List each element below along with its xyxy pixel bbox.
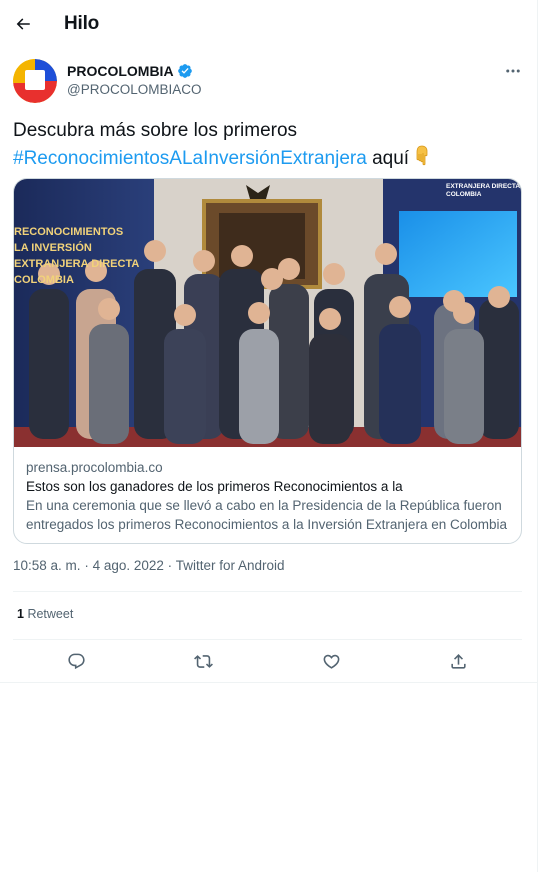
- tweet-date[interactable]: 4 ago. 2022: [93, 558, 164, 573]
- divider: [0, 682, 538, 683]
- reply-icon: [68, 653, 85, 669]
- procolombia-logo-icon: [13, 59, 57, 103]
- tweet-text: Descubra más sobre los primeros #Reconoc…: [13, 118, 523, 174]
- back-button[interactable]: [8, 9, 38, 39]
- reply-button[interactable]: [60, 644, 94, 678]
- tweet-text-intro: Descubra más sobre los primeros: [13, 120, 298, 141]
- card-image-banner-line: EXTRANJERA DIRECTA: [14, 258, 139, 270]
- more-options-button[interactable]: [500, 60, 526, 82]
- verified-badge-icon: [177, 63, 193, 79]
- divider: [13, 591, 522, 592]
- card-description: En una ceremonia que se llevó a cabo en …: [26, 498, 507, 532]
- share-button[interactable]: [441, 644, 475, 678]
- top-bar: Hilo: [0, 0, 538, 50]
- retweet-icon: [194, 654, 214, 668]
- card-image: RECONOCIMIENTOS LA INVERSIÓN EXTRANJERA …: [14, 179, 521, 447]
- retweet-count: 1: [17, 607, 24, 621]
- retweet-button[interactable]: [187, 644, 221, 678]
- like-icon: [323, 654, 340, 669]
- retweet-label: Retweet: [27, 607, 74, 621]
- pointing-down-emoji-icon: [413, 143, 435, 174]
- arrow-left-icon: [16, 18, 30, 30]
- meta-separator: ·: [84, 558, 89, 573]
- more-dots-icon: [506, 69, 520, 73]
- retweet-stats[interactable]: 1 Retweet: [17, 607, 73, 621]
- link-preview-card[interactable]: RECONOCIMIENTOS LA INVERSIÓN EXTRANJERA …: [13, 178, 522, 544]
- author-name[interactable]: PROCOLOMBIA: [67, 63, 193, 79]
- action-bar: [13, 640, 522, 682]
- author-handle[interactable]: @PROCOLOMBIACO: [67, 82, 201, 97]
- tweet-source[interactable]: Twitter for Android: [176, 558, 285, 573]
- scrollbar-gutter: [538, 0, 544, 872]
- hashtag-link[interactable]: #ReconocimientosALaInversiónExtranjera: [13, 148, 367, 169]
- tweet-meta: 10:58 a. m. · 4 ago. 2022 · Twitter for …: [13, 558, 285, 573]
- card-domain: prensa.procolombia.co: [26, 460, 163, 475]
- meta-separator: ·: [167, 558, 173, 573]
- card-image-banner-line: COLOMBIA: [14, 274, 74, 286]
- tweet-text-outro: aquí: [372, 148, 410, 169]
- card-image-banner-line: RECONOCIMIENTOS: [14, 226, 123, 238]
- card-image-banner-line: EXTRANJERA DIRECTA: [446, 183, 520, 190]
- card-title: Estos son los ganadores de los primeros …: [26, 479, 403, 494]
- page-title: Hilo: [64, 13, 100, 34]
- card-image-banner-line: LA INVERSIÓN: [14, 241, 92, 254]
- display-name: PROCOLOMBIA: [67, 63, 174, 79]
- thread-column: Hilo PROCOLOMBIA @PROCOLOMBIACO Descubra…: [0, 0, 538, 872]
- card-text: prensa.procolombia.co Estos son los gana…: [14, 447, 521, 534]
- tweet-time[interactable]: 10:58 a. m.: [13, 558, 81, 573]
- like-button[interactable]: [314, 644, 348, 678]
- card-image-banner-line: COLOMBIA: [446, 191, 482, 198]
- avatar[interactable]: [13, 59, 57, 103]
- share-icon: [451, 653, 466, 669]
